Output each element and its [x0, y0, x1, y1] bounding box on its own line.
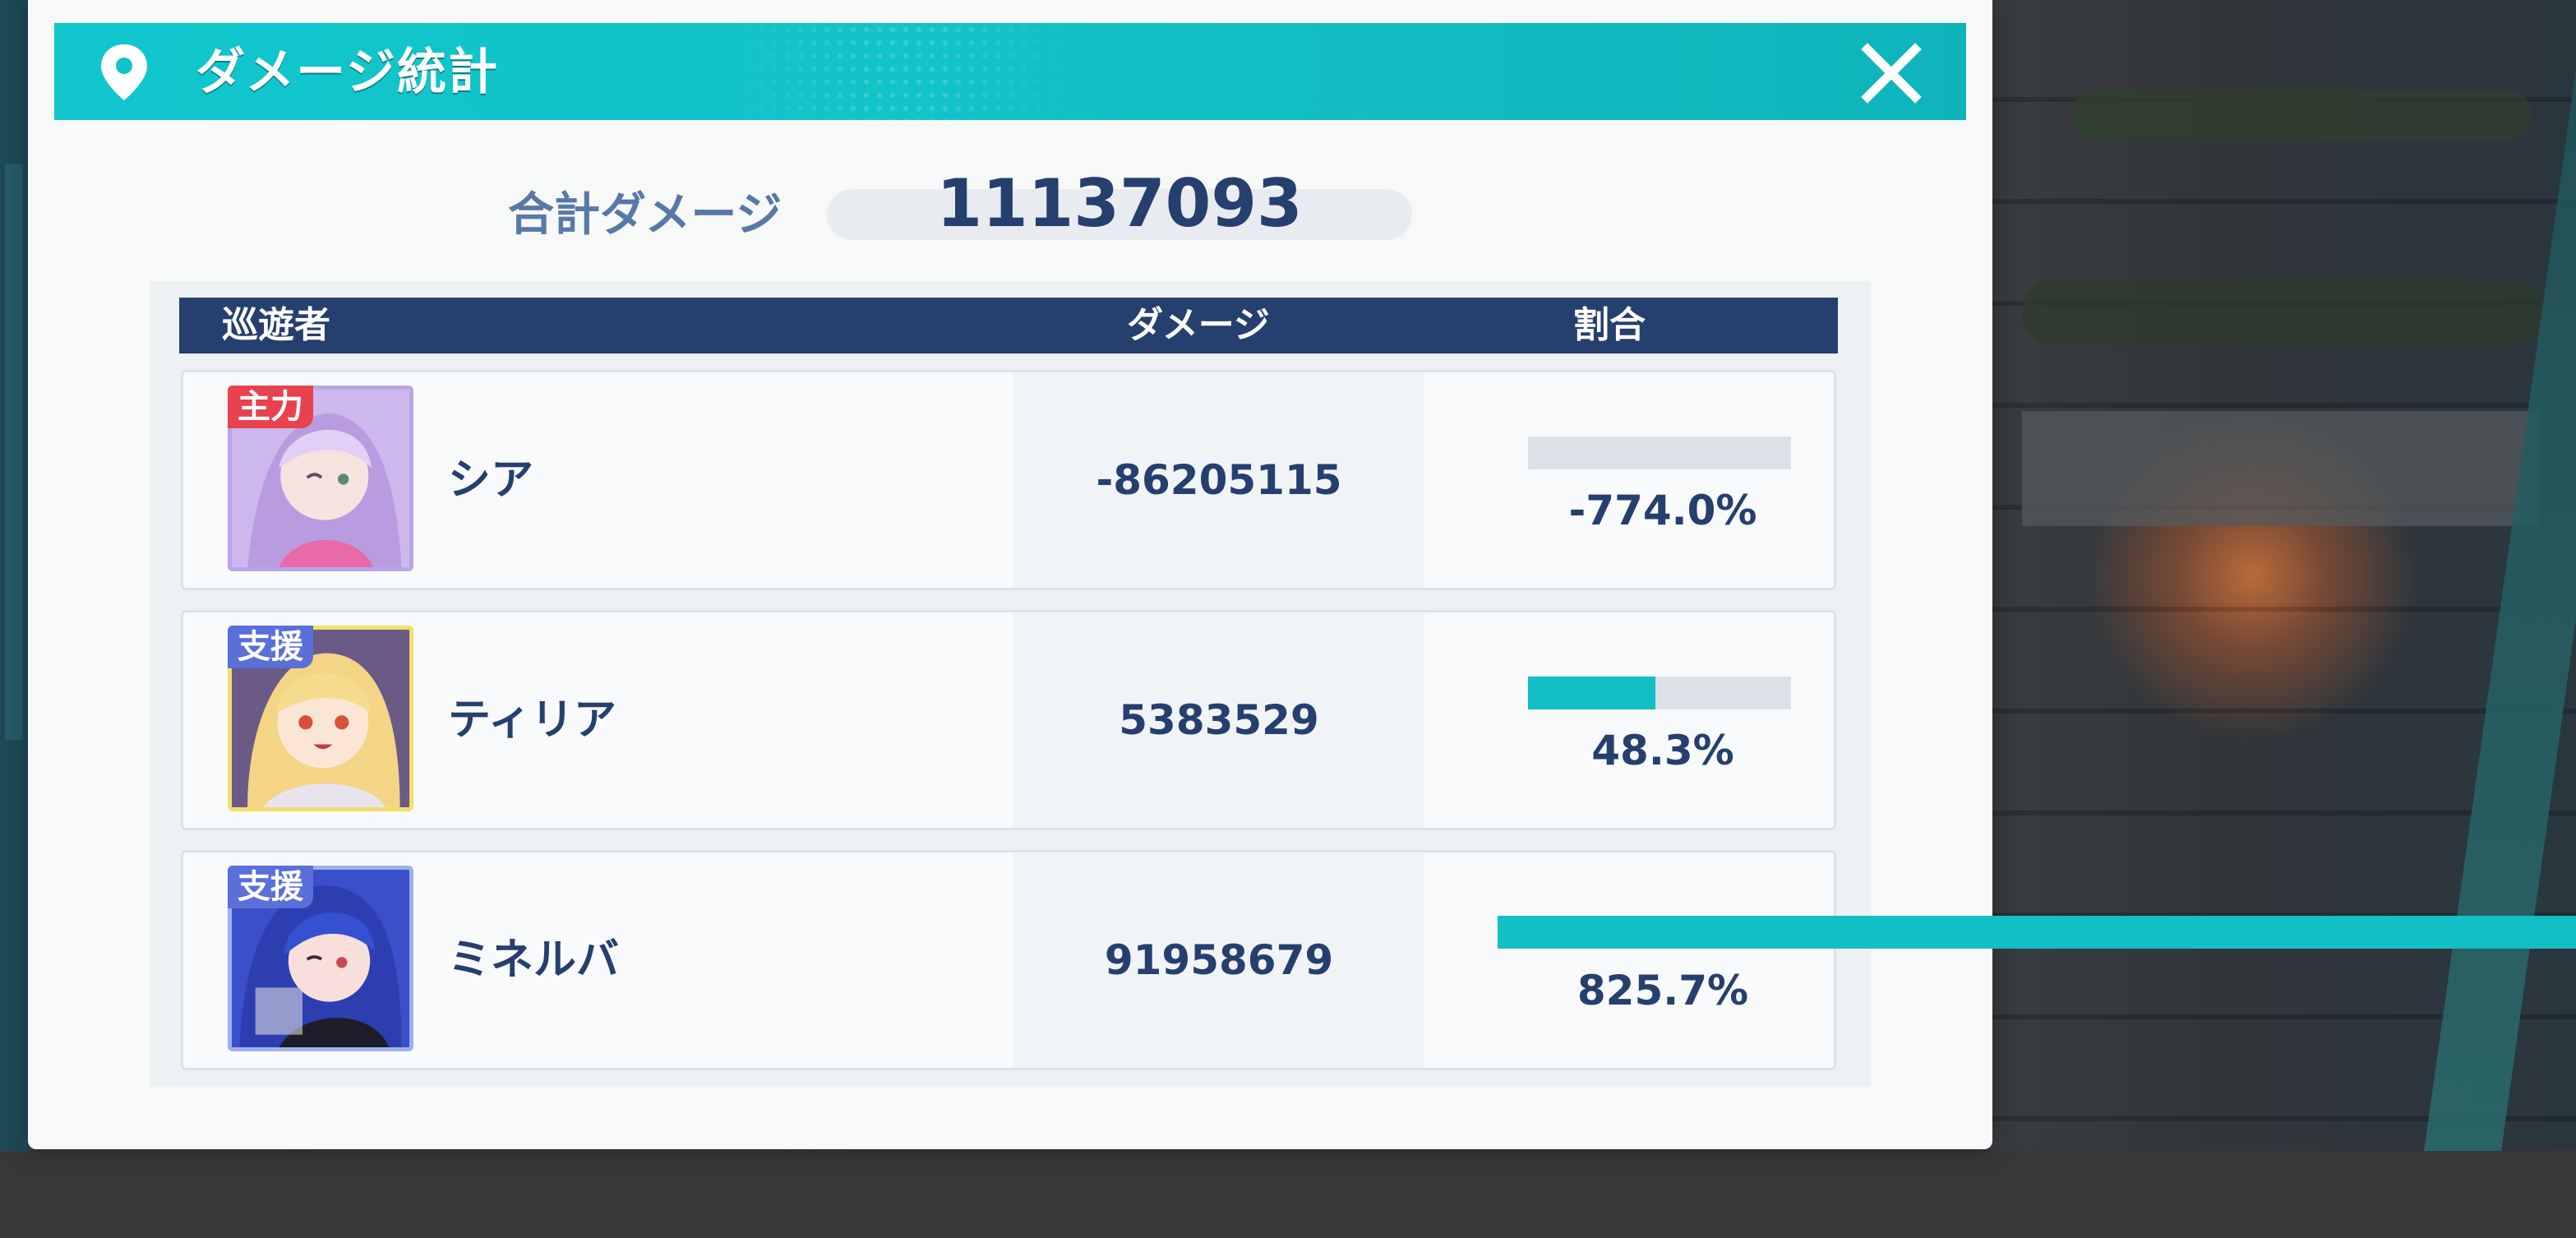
total-damage-value: 11137093 [936, 165, 1303, 242]
role-badge: 主力 [228, 386, 313, 428]
role-badge: 支援 [228, 866, 313, 908]
titlebar-pattern [728, 23, 1073, 120]
damage-share-percent: 48.3% [1591, 727, 1734, 774]
table-row: 支援 ミネルバ 91958679 825.7% [181, 850, 1836, 1070]
damage-stats-dialog: ダメージ統計 合計ダメージ 11137093 巡遊者 ダメージ 割合 主力 シア [28, 0, 1992, 1149]
total-damage-label: 合計ダメージ [508, 188, 782, 242]
character-name: ミネルバ [448, 935, 620, 985]
background-floor [0, 1151, 2576, 1238]
close-icon[interactable] [1859, 41, 1923, 105]
character-name: ティリア [448, 695, 616, 745]
damage-share-percent: -774.0% [1568, 487, 1757, 534]
table-row: 主力 シア -86205115 -774.0% [181, 370, 1836, 590]
damage-value: -86205115 [1096, 456, 1342, 504]
location-pin-icon [101, 44, 147, 100]
header-ratio: 割合 [1573, 304, 1646, 346]
dialog-title: ダメージ統計 [196, 44, 499, 101]
damage-share-percent: 825.7% [1577, 967, 1749, 1014]
damage-share-bar-fill [1498, 916, 2576, 949]
damage-value: 91958679 [1104, 936, 1334, 984]
table-row: 支援 ティリア 5383529 48.3% [181, 610, 1836, 830]
header-traveler: 巡遊者 [222, 304, 330, 346]
background-left-edge [0, 0, 28, 1238]
damage-table-header: 巡遊者 ダメージ 割合 [179, 298, 1838, 353]
background-plants [2071, 90, 2532, 140]
background-sign [2022, 411, 2540, 526]
character-name: シア [448, 455, 534, 505]
role-badge: 支援 [228, 626, 313, 668]
background-plants [2022, 279, 2548, 345]
dialog-titlebar: ダメージ統計 [54, 23, 1966, 120]
damage-value: 5383529 [1119, 696, 1319, 744]
damage-share-bar [1528, 437, 1791, 469]
damage-share-bar-fill [1528, 677, 1655, 709]
header-damage: ダメージ [1127, 304, 1270, 346]
damage-share-bar [1528, 677, 1791, 709]
